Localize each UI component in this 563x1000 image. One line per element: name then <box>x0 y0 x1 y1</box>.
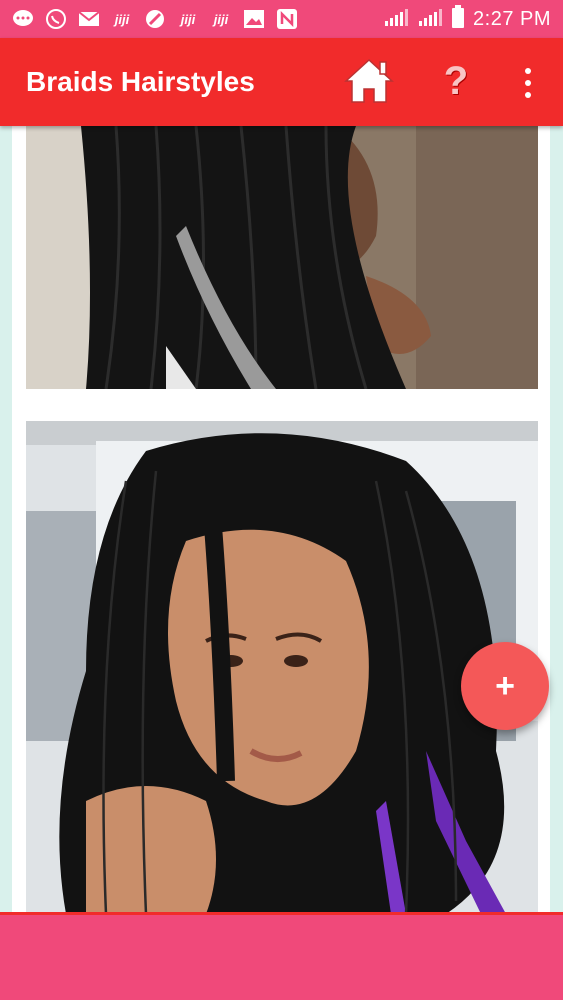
help-button[interactable]: ? <box>436 56 476 106</box>
home-button[interactable] <box>342 56 396 106</box>
battery-icon <box>451 4 465 34</box>
signal-icon <box>417 7 443 32</box>
status-bar: jiji jiji jiji 2:27 PM <box>0 0 563 38</box>
gallery-icon <box>243 8 265 30</box>
jiji-icon: jiji <box>213 11 229 27</box>
add-icon: + <box>495 667 515 705</box>
browser-icon <box>144 8 166 30</box>
image-list[interactable] <box>12 126 550 914</box>
help-icon: ? <box>443 58 469 103</box>
jiji-icon: jiji <box>180 11 196 27</box>
app-title: Braids Hairstyles <box>26 66 255 97</box>
braids-image[interactable] <box>26 421 538 914</box>
status-time: 2:27 PM <box>473 7 551 30</box>
ad-banner[interactable] <box>0 912 563 1000</box>
mail-icon <box>78 8 100 30</box>
app-bar: Braids Hairstyles ? <box>0 38 563 126</box>
more-vert-icon <box>525 68 531 74</box>
jiji-icon: jiji <box>114 11 130 27</box>
whatsapp-icon <box>45 8 67 30</box>
message-icon <box>12 8 34 30</box>
signal-icon <box>383 7 409 32</box>
n-icon <box>276 8 298 30</box>
add-button[interactable]: + <box>461 642 549 730</box>
home-icon <box>344 58 394 103</box>
more-options-button[interactable] <box>512 60 544 106</box>
braids-image[interactable] <box>26 126 538 389</box>
